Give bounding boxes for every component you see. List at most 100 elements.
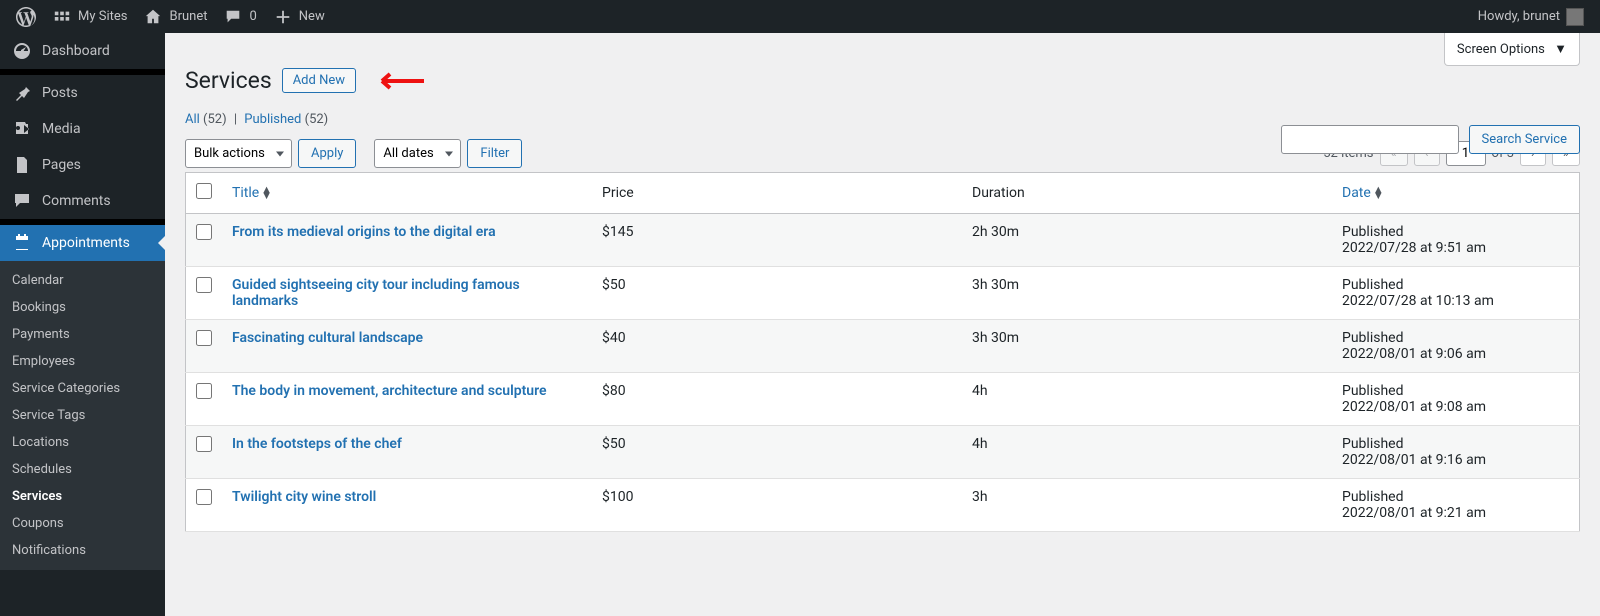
sidebar-item-label: Comments xyxy=(42,193,111,209)
date-cell: Published2022/07/28 at 9:51 am xyxy=(1332,214,1580,267)
price-cell: $40 xyxy=(592,320,962,373)
service-title-link[interactable]: In the footsteps of the chef xyxy=(232,436,402,452)
sidebar-item-media[interactable]: Media xyxy=(0,111,165,147)
bulk-actions-select[interactable]: Bulk actions xyxy=(185,139,292,168)
add-new-button[interactable]: Add New xyxy=(282,68,356,93)
screen-options-toggle[interactable]: Screen Options ▼ xyxy=(1444,33,1580,66)
submenu-locations[interactable]: Locations xyxy=(0,429,165,456)
submenu-calendar[interactable]: Calendar xyxy=(0,267,165,294)
duration-cell: 4h xyxy=(962,426,1332,479)
published-count: (52) xyxy=(305,112,329,127)
comments-link[interactable]: 0 xyxy=(215,0,264,33)
avatar xyxy=(1566,8,1584,26)
pin-icon xyxy=(12,83,32,103)
annotation-arrow-icon xyxy=(374,72,424,90)
sidebar-item-label: Pages xyxy=(42,157,81,173)
date-cell: Published2022/08/01 at 9:08 am xyxy=(1332,373,1580,426)
price-cell: $50 xyxy=(592,267,962,320)
sites-icon xyxy=(52,7,72,27)
submenu-services[interactable]: Services xyxy=(0,483,165,510)
price-cell: $80 xyxy=(592,373,962,426)
sort-date[interactable]: Date▲▼ xyxy=(1342,185,1384,201)
site-name: Brunet xyxy=(169,9,207,24)
service-title-link[interactable]: Guided sightseeing city tour including f… xyxy=(232,277,520,309)
admin-top-bar: My Sites Brunet 0 New Howdy, brunet xyxy=(0,0,1600,33)
date-filter-select[interactable]: All dates xyxy=(374,139,461,168)
sort-title[interactable]: Title▲▼ xyxy=(232,185,272,201)
search-button[interactable]: Search Service xyxy=(1469,125,1580,154)
sidebar-item-posts[interactable]: Posts xyxy=(0,75,165,111)
main-content: Screen Options ▼ Services Add New All (5… xyxy=(165,33,1600,616)
duration-cell: 2h 30m xyxy=(962,214,1332,267)
table-row: Fascinating cultural landscape$403h 30mP… xyxy=(186,320,1580,373)
submenu-payments[interactable]: Payments xyxy=(0,321,165,348)
sort-icon: ▲▼ xyxy=(1373,187,1384,199)
sidebar-item-comments[interactable]: Comments xyxy=(0,183,165,219)
site-link[interactable]: Brunet xyxy=(135,0,215,33)
page-title: Services xyxy=(185,67,272,94)
submenu-employees[interactable]: Employees xyxy=(0,348,165,375)
table-row: From its medieval origins to the digital… xyxy=(186,214,1580,267)
service-title-link[interactable]: From its medieval origins to the digital… xyxy=(232,224,496,240)
dashboard-icon xyxy=(12,41,32,61)
media-icon xyxy=(12,119,32,139)
screen-options-label: Screen Options xyxy=(1457,42,1545,57)
price-cell: $100 xyxy=(592,479,962,532)
filter-all-link[interactable]: All xyxy=(185,112,200,127)
sidebar-item-pages[interactable]: Pages xyxy=(0,147,165,183)
table-row: Guided sightseeing city tour including f… xyxy=(186,267,1580,320)
filter-published-link[interactable]: Published xyxy=(244,112,301,127)
page-icon xyxy=(12,155,32,175)
table-row: Twilight city wine stroll $1003hPublished… xyxy=(186,479,1580,532)
row-checkbox[interactable] xyxy=(196,489,212,505)
comment-count: 0 xyxy=(249,9,256,24)
services-table: Title▲▼ Price Duration Date▲▼ From its m… xyxy=(185,172,1580,532)
sidebar-item-appointments[interactable]: Appointments xyxy=(0,225,165,261)
submenu-service-tags[interactable]: Service Tags xyxy=(0,402,165,429)
col-duration: Duration xyxy=(962,173,1332,214)
service-title-link[interactable]: The body in movement, architecture and s… xyxy=(232,383,547,399)
filter-button[interactable]: Filter xyxy=(467,139,522,168)
howdy-link[interactable]: Howdy, brunet xyxy=(1470,0,1592,33)
comment-icon xyxy=(223,7,243,27)
submenu-schedules[interactable]: Schedules xyxy=(0,456,165,483)
row-checkbox[interactable] xyxy=(196,383,212,399)
submenu-bookings[interactable]: Bookings xyxy=(0,294,165,321)
sort-icon: ▲▼ xyxy=(261,187,272,199)
row-checkbox[interactable] xyxy=(196,436,212,452)
submenu-notifications[interactable]: Notifications xyxy=(0,537,165,564)
howdy-label: Howdy, brunet xyxy=(1478,9,1560,24)
calendar-icon xyxy=(12,233,32,253)
select-all-checkbox[interactable] xyxy=(196,183,212,199)
row-checkbox[interactable] xyxy=(196,277,212,293)
service-title-link[interactable]: Twilight city wine stroll xyxy=(232,489,376,505)
sidebar-item-label: Dashboard xyxy=(42,43,110,59)
submenu-service-categories[interactable]: Service Categories xyxy=(0,375,165,402)
duration-cell: 3h xyxy=(962,479,1332,532)
table-row: In the footsteps of the chef$504hPublish… xyxy=(186,426,1580,479)
search-input[interactable] xyxy=(1281,125,1459,154)
duration-cell: 4h xyxy=(962,373,1332,426)
my-sites-link[interactable]: My Sites xyxy=(44,0,135,33)
sidebar-item-label: Posts xyxy=(42,85,78,101)
submenu-coupons[interactable]: Coupons xyxy=(0,510,165,537)
appointments-submenu: Calendar Bookings Payments Employees Ser… xyxy=(0,261,165,570)
wp-logo[interactable] xyxy=(8,0,44,33)
duration-cell: 3h 30m xyxy=(962,320,1332,373)
chevron-down-icon: ▼ xyxy=(1554,42,1567,57)
date-cell: Published2022/08/01 at 9:16 am xyxy=(1332,426,1580,479)
date-cell: Published2022/08/01 at 9:21 am xyxy=(1332,479,1580,532)
comment-icon xyxy=(12,191,32,211)
home-icon xyxy=(143,7,163,27)
col-price: Price xyxy=(592,173,962,214)
plus-icon xyxy=(273,7,293,27)
apply-button[interactable]: Apply xyxy=(298,139,356,168)
row-checkbox[interactable] xyxy=(196,330,212,346)
service-title-link[interactable]: Fascinating cultural landscape xyxy=(232,330,423,346)
sidebar-item-dashboard[interactable]: Dashboard xyxy=(0,33,165,69)
new-link[interactable]: New xyxy=(265,0,333,33)
date-cell: Published2022/07/28 at 10:13 am xyxy=(1332,267,1580,320)
sidebar-item-label: Appointments xyxy=(42,235,130,251)
price-cell: $145 xyxy=(592,214,962,267)
row-checkbox[interactable] xyxy=(196,224,212,240)
